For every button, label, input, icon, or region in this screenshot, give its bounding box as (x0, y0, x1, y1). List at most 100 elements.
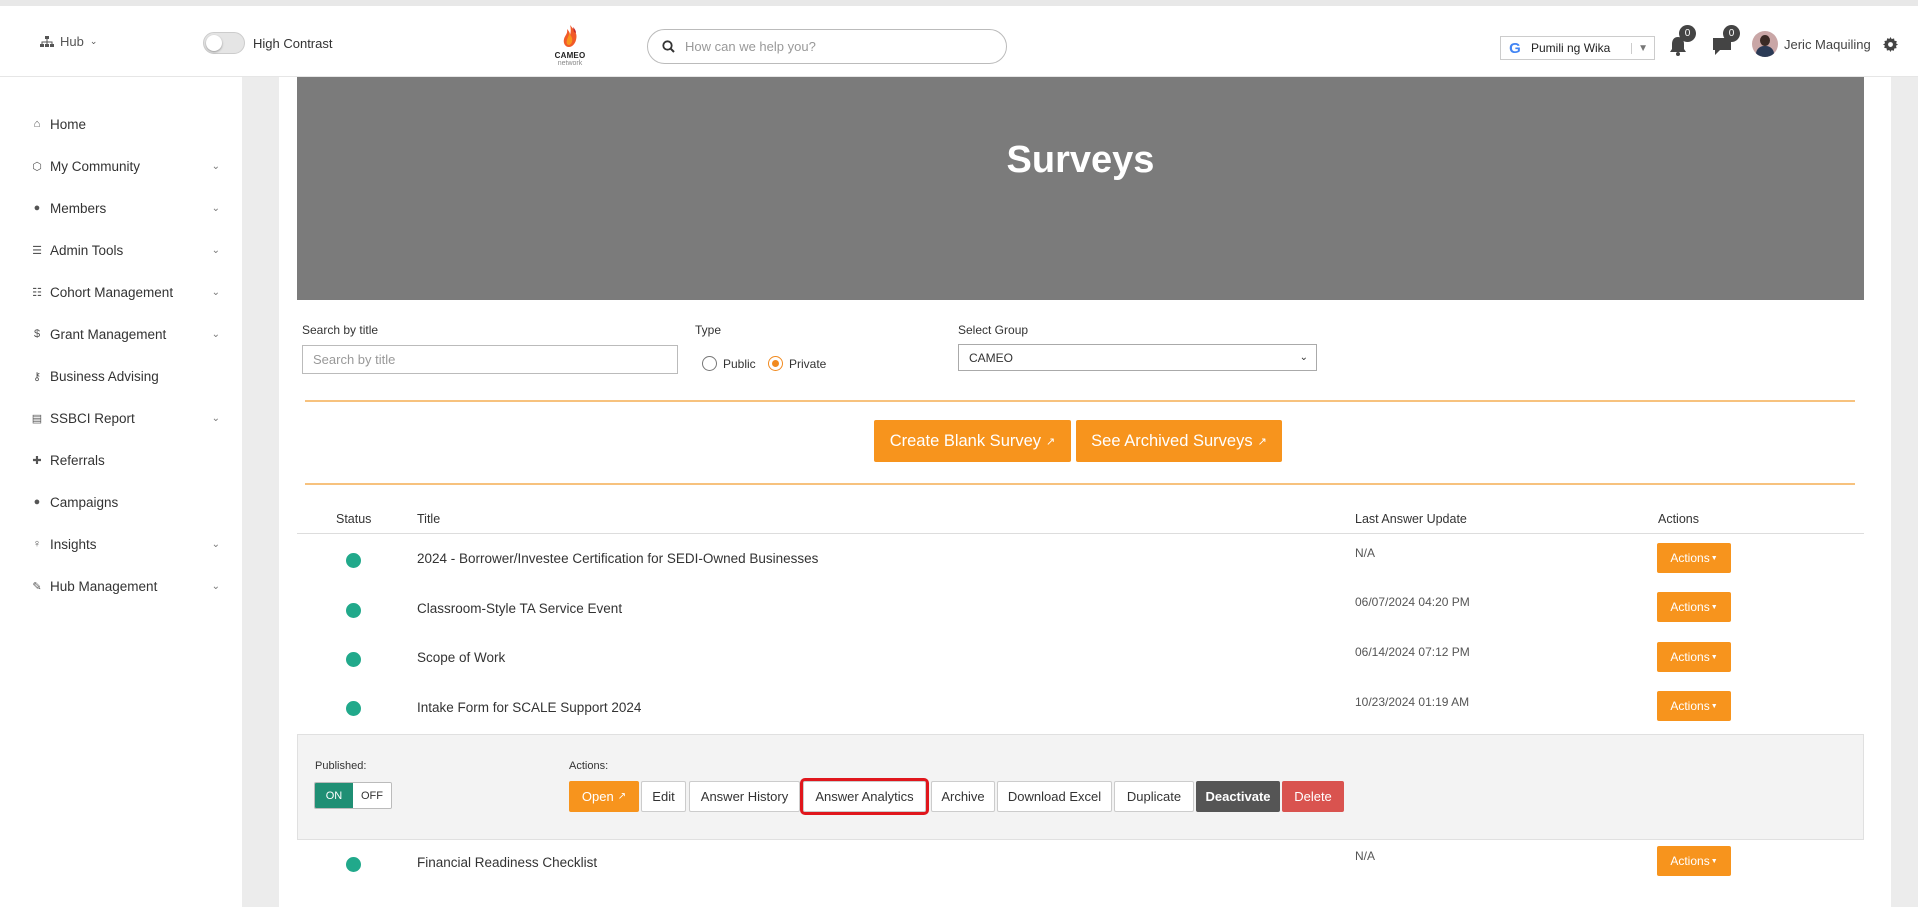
wrench-icon: ✎ (32, 580, 42, 593)
button-label: Actions (1670, 551, 1710, 565)
answer-history-button[interactable]: Answer History (689, 781, 800, 812)
sidebar-item-campaigns[interactable]: ● Campaigns (30, 491, 220, 513)
google-icon: G (1509, 39, 1521, 57)
search-input[interactable] (685, 39, 985, 54)
button-label: Actions (1670, 600, 1710, 614)
last-answer-update: 06/14/2024 07:12 PM (1355, 645, 1470, 659)
group-select-value: CAMEO (969, 350, 1014, 365)
file-icon: ▤ (31, 412, 43, 425)
page-title: Surveys (1006, 139, 1155, 181)
caret-down-icon: ▼ (1710, 603, 1718, 611)
download-excel-button[interactable]: Download Excel (997, 781, 1112, 812)
language-selector[interactable]: G Pumili ng Wika ▼ (1500, 36, 1655, 60)
divider (305, 483, 1855, 485)
published-on-button[interactable]: ON (315, 783, 353, 808)
high-contrast-label: High Contrast (253, 35, 333, 51)
search-title-input[interactable] (302, 345, 678, 374)
external-link-icon: ↗ (1046, 435, 1056, 448)
survey-title[interactable]: Classroom-Style TA Service Event (417, 601, 622, 616)
button-label: Actions (1670, 699, 1710, 713)
sidebar-item-label: Grant Management (50, 326, 167, 342)
archive-button[interactable]: Archive (931, 781, 995, 812)
sidebar-item-business-advising[interactable]: ⚷ Business Advising (30, 365, 220, 387)
hub-menu[interactable]: Hub ⌄ (40, 34, 97, 49)
messages-button[interactable]: 0 (1711, 25, 1740, 59)
row-actions-button[interactable]: Actions ▼ (1657, 642, 1731, 672)
sidebar-item-cohort-management[interactable]: ☷ Cohort Management ⌄ (30, 281, 220, 303)
sidebar-item-grant-management[interactable]: $ Grant Management ⌄ (30, 323, 220, 345)
delete-button[interactable]: Delete (1282, 781, 1344, 812)
column-header-last-update: Last Answer Update (1355, 512, 1467, 526)
caret-down-icon: ▼ (1710, 702, 1718, 710)
chevron-down-icon: ⌄ (211, 160, 220, 172)
status-indicator (346, 652, 361, 667)
sidebar-item-label: Admin Tools (50, 242, 124, 258)
sidebar-item-label: Cohort Management (50, 284, 174, 300)
row-actions-button[interactable]: Actions ▼ (1657, 691, 1731, 721)
last-answer-update: 06/07/2024 04:20 PM (1355, 595, 1470, 609)
tools-icon: ☰ (32, 244, 42, 257)
sidebar-item-referrals[interactable]: ✚ Referrals (30, 449, 220, 471)
high-contrast-toggle[interactable]: High Contrast (203, 32, 332, 54)
caret-down-icon: ▼ (1631, 42, 1648, 54)
row-actions-button[interactable]: Actions ▼ (1657, 592, 1731, 622)
toggle-switch[interactable] (203, 32, 245, 54)
logo-subtext: network (557, 60, 583, 67)
key-icon: ⚷ (32, 370, 42, 383)
survey-title[interactable]: Intake Form for SCALE Support 2024 (417, 700, 641, 715)
external-link-icon: ↗ (617, 791, 627, 802)
external-link-icon: ↗ (1257, 435, 1267, 448)
survey-title[interactable]: Scope of Work (417, 650, 505, 665)
cameo-logo[interactable]: CAMEO network (549, 23, 591, 71)
status-indicator (346, 553, 361, 568)
sidebar-item-label: My Community (50, 158, 141, 174)
global-search[interactable] (647, 29, 1007, 64)
row-actions-button[interactable]: Actions ▼ (1657, 846, 1731, 876)
chevron-down-icon: ⌄ (211, 202, 220, 214)
user-menu[interactable]: Jeric Maquiling (1752, 31, 1898, 57)
type-public-radio[interactable]: Public (702, 356, 756, 371)
flame-icon (563, 25, 577, 47)
edit-button[interactable]: Edit (641, 781, 686, 812)
see-archived-surveys-button[interactable]: See Archived Surveys ↗ (1076, 420, 1282, 462)
survey-title[interactable]: Financial Readiness Checklist (417, 855, 597, 870)
notifications-button[interactable]: 0 (1667, 25, 1696, 59)
published-toggle[interactable]: ON OFF (314, 782, 392, 809)
avatar[interactable] (1752, 31, 1778, 57)
row-actions-button[interactable]: Actions ▼ (1657, 543, 1731, 573)
sidebar-item-admin-tools[interactable]: ☰ Admin Tools ⌄ (30, 239, 220, 261)
comment-icon: ● (33, 496, 41, 508)
deactivate-button[interactable]: Deactivate (1196, 781, 1280, 812)
sidebar-item-label: Campaigns (50, 494, 119, 510)
survey-title[interactable]: 2024 - Borrower/Investee Certification f… (417, 551, 818, 566)
published-off-button[interactable]: OFF (353, 783, 391, 808)
last-answer-update: N/A (1355, 849, 1376, 863)
sidebar-item-label: SSBCI Report (50, 410, 135, 426)
published-label: Published: (315, 760, 367, 772)
caret-down-icon: ▼ (1710, 554, 1718, 562)
type-private-radio[interactable]: Private (768, 356, 826, 371)
page-banner: Surveys (297, 77, 1864, 300)
messages-badge: 0 (1723, 25, 1740, 42)
chevron-down-icon: ⌄ (211, 244, 220, 256)
status-indicator (346, 701, 361, 716)
radio-button[interactable] (702, 356, 717, 371)
gear-icon[interactable] (1882, 36, 1898, 52)
sidebar-item-members[interactable]: ● Members ⌄ (30, 197, 220, 219)
community-icon: ⬡ (32, 160, 42, 173)
lightbulb-icon: ♀ (32, 538, 42, 550)
sidebar-item-insights[interactable]: ♀ Insights ⌄ (30, 533, 220, 555)
sidebar-item-hub-management[interactable]: ✎ Hub Management ⌄ (30, 575, 220, 597)
duplicate-button[interactable]: Duplicate (1114, 781, 1194, 812)
button-label: See Archived Surveys (1091, 431, 1253, 450)
sidebar-item-home[interactable]: ⌂ Home (30, 113, 220, 135)
sidebar-item-my-community[interactable]: ⬡ My Community ⌄ (30, 155, 220, 177)
answer-analytics-button[interactable]: Answer Analytics (800, 778, 929, 815)
sidebar-item-label: Hub Management (50, 578, 158, 594)
group-select[interactable]: CAMEO ⌄ (958, 344, 1317, 371)
create-blank-survey-button[interactable]: Create Blank Survey ↗ (874, 420, 1071, 462)
sidebar-item-ssbci-report[interactable]: ▤ SSBCI Report ⌄ (30, 407, 220, 429)
open-button[interactable]: Open ↗ (569, 781, 639, 812)
column-header-actions: Actions (1658, 512, 1699, 526)
radio-button[interactable] (768, 356, 783, 371)
